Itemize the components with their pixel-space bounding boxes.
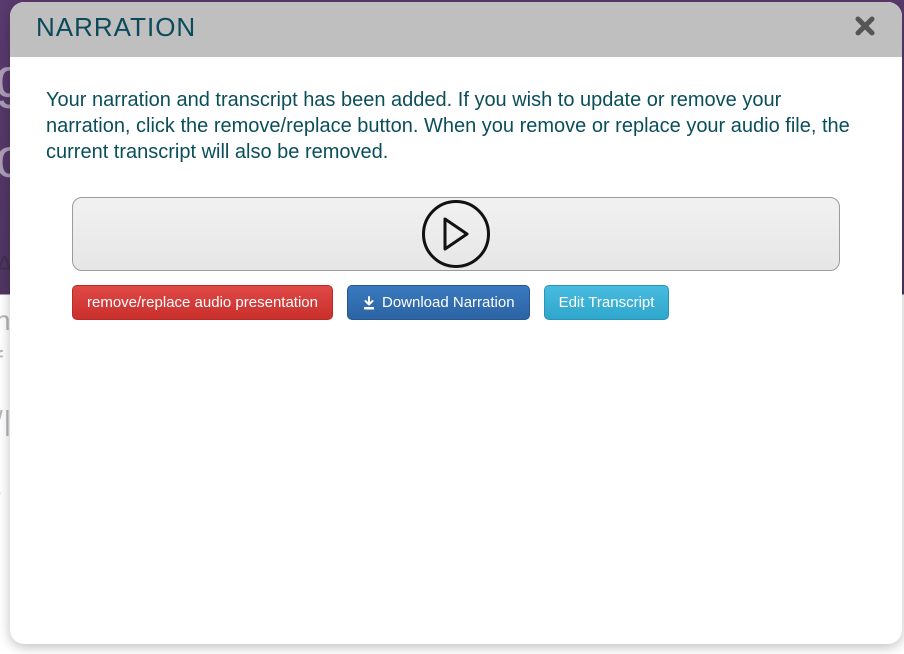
- player-section: remove/replace audio presentation Downlo…: [72, 197, 840, 320]
- download-narration-label: Download Narration: [382, 295, 515, 310]
- download-narration-button[interactable]: Download Narration: [347, 285, 530, 320]
- audio-player[interactable]: [72, 197, 840, 271]
- bg-text: .: [0, 470, 4, 502]
- modal-header: NARRATION: [10, 2, 902, 57]
- narration-modal: NARRATION Your narration and transcript …: [10, 2, 902, 644]
- play-icon: [441, 217, 471, 251]
- edit-transcript-label: Edit Transcript: [559, 295, 655, 310]
- close-icon[interactable]: [848, 13, 882, 43]
- button-row: remove/replace audio presentation Downlo…: [72, 285, 840, 320]
- bg-text: f: [0, 345, 4, 377]
- modal-title: NARRATION: [36, 12, 196, 43]
- download-icon: [362, 296, 376, 310]
- modal-description: Your narration and transcript has been a…: [46, 87, 866, 165]
- play-button[interactable]: [422, 200, 490, 268]
- modal-body: Your narration and transcript has been a…: [10, 57, 902, 340]
- edit-transcript-button[interactable]: Edit Transcript: [544, 285, 670, 320]
- remove-replace-button[interactable]: remove/replace audio presentation: [72, 285, 333, 320]
- remove-replace-label: remove/replace audio presentation: [87, 295, 318, 310]
